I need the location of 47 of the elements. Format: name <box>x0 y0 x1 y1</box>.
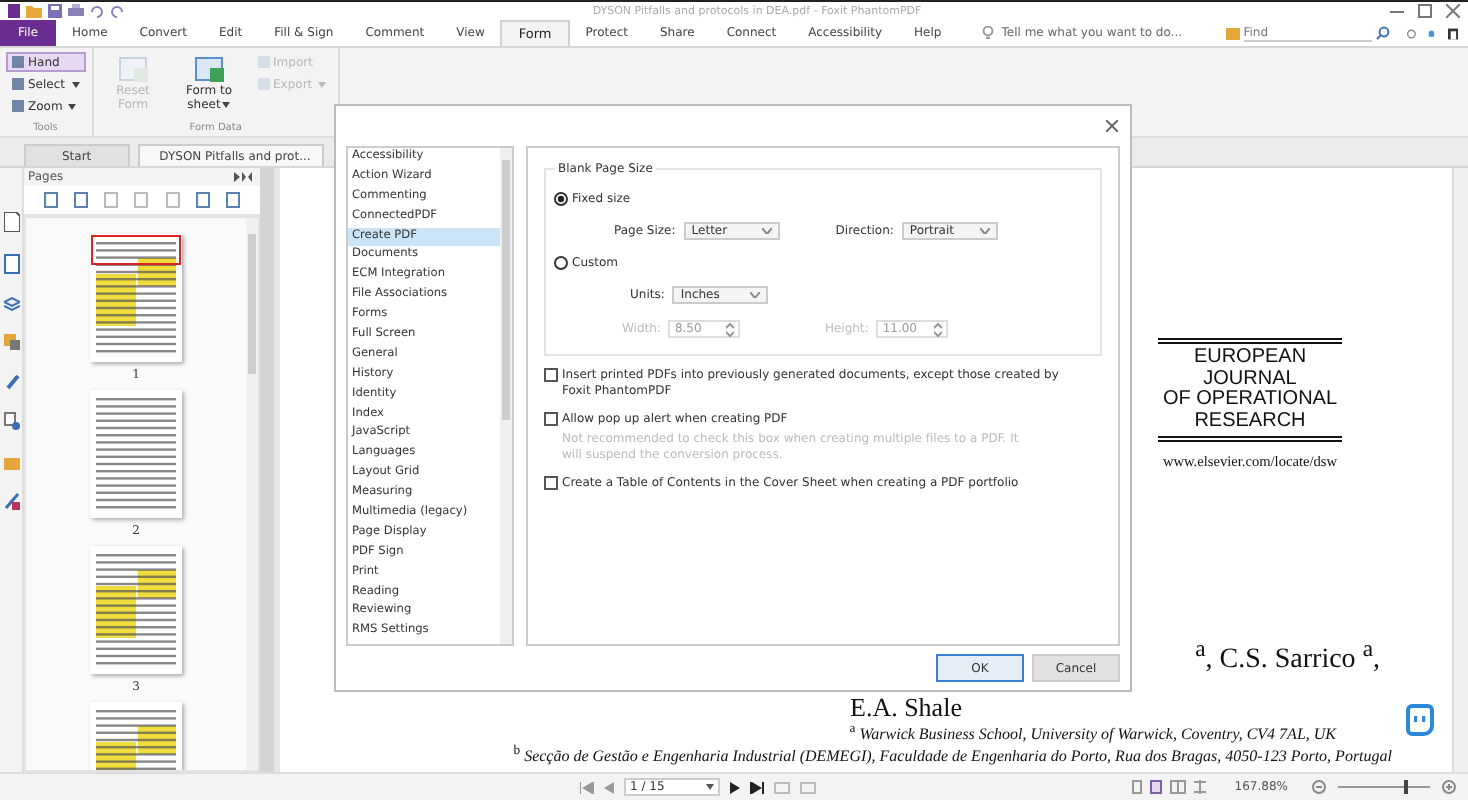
first-page-icon[interactable] <box>580 781 594 793</box>
author-names: $^{a}$, C.S. Sarrico $^{a}$, <box>1195 636 1380 678</box>
affiliation-text: $^{a}$ Warwick Business School, University of Warwick, Coventry, CV4 7AL, UK <box>849 721 1336 743</box>
save-icon[interactable] <box>48 4 62 18</box>
zoom-out-icon[interactable] <box>1312 780 1326 794</box>
chevron-icon <box>979 228 990 234</box>
stack-icon[interactable] <box>3 334 19 350</box>
caret-icon <box>706 784 714 790</box>
spinner-arrows-icon[interactable] <box>726 321 735 337</box>
journal-title-line: OF OPERATIONAL <box>1162 390 1338 411</box>
author-name: E.A. Shale <box>850 693 962 720</box>
lightbulb-icon <box>981 26 994 40</box>
continuous-page-icon[interactable] <box>1150 780 1163 794</box>
spinner-arrows-icon[interactable] <box>934 321 943 337</box>
undo-icon[interactable] <box>90 4 104 18</box>
search-icon <box>1375 26 1390 40</box>
page-thumbnail[interactable] <box>90 390 182 518</box>
print-icon[interactable] <box>68 4 84 18</box>
chevron-icon <box>750 292 761 298</box>
page-thumbnail[interactable] <box>90 234 182 362</box>
close-icon[interactable] <box>1446 4 1460 18</box>
scrollbar[interactable] <box>1452 168 1468 772</box>
journal-title-line: JOURNAL <box>1203 369 1297 390</box>
app-logo-icon <box>8 4 20 18</box>
journal-title-line: EUROPEAN <box>1193 348 1307 369</box>
panel-controls-icon[interactable] <box>234 172 252 182</box>
layers-icon[interactable] <box>3 296 19 312</box>
form-icon <box>193 56 226 84</box>
last-page-icon[interactable] <box>750 781 764 793</box>
single-page-icon[interactable] <box>1132 780 1143 794</box>
affiliation-text: $^{b}$ Secção de Gestão e Engenharia Industrial (DEMEGI), Faculdade de Engenharia do Porto, Rua dos Bragas, 4050-123 Porto, Portugal <box>513 744 1392 766</box>
continuous-facing-icon[interactable] <box>1194 780 1207 794</box>
next-page-icon[interactable] <box>730 781 740 793</box>
slider-thumb[interactable] <box>1404 780 1409 794</box>
pen-icon[interactable] <box>3 492 19 510</box>
maximize-icon[interactable] <box>1418 4 1432 18</box>
pages-icon[interactable] <box>3 254 19 274</box>
form-icon <box>117 56 150 84</box>
page-icon[interactable] <box>3 212 19 232</box>
facing-pages-icon[interactable] <box>1170 780 1187 794</box>
redo-icon[interactable] <box>110 4 124 18</box>
page-thumbnail[interactable] <box>90 546 182 674</box>
previous-page-icon[interactable] <box>604 781 614 793</box>
close-icon[interactable] <box>1106 120 1118 132</box>
chevron-icon <box>761 228 772 234</box>
zoom-in-icon[interactable] <box>1442 780 1456 794</box>
journal-title-line: RESEARCH <box>1194 411 1306 432</box>
